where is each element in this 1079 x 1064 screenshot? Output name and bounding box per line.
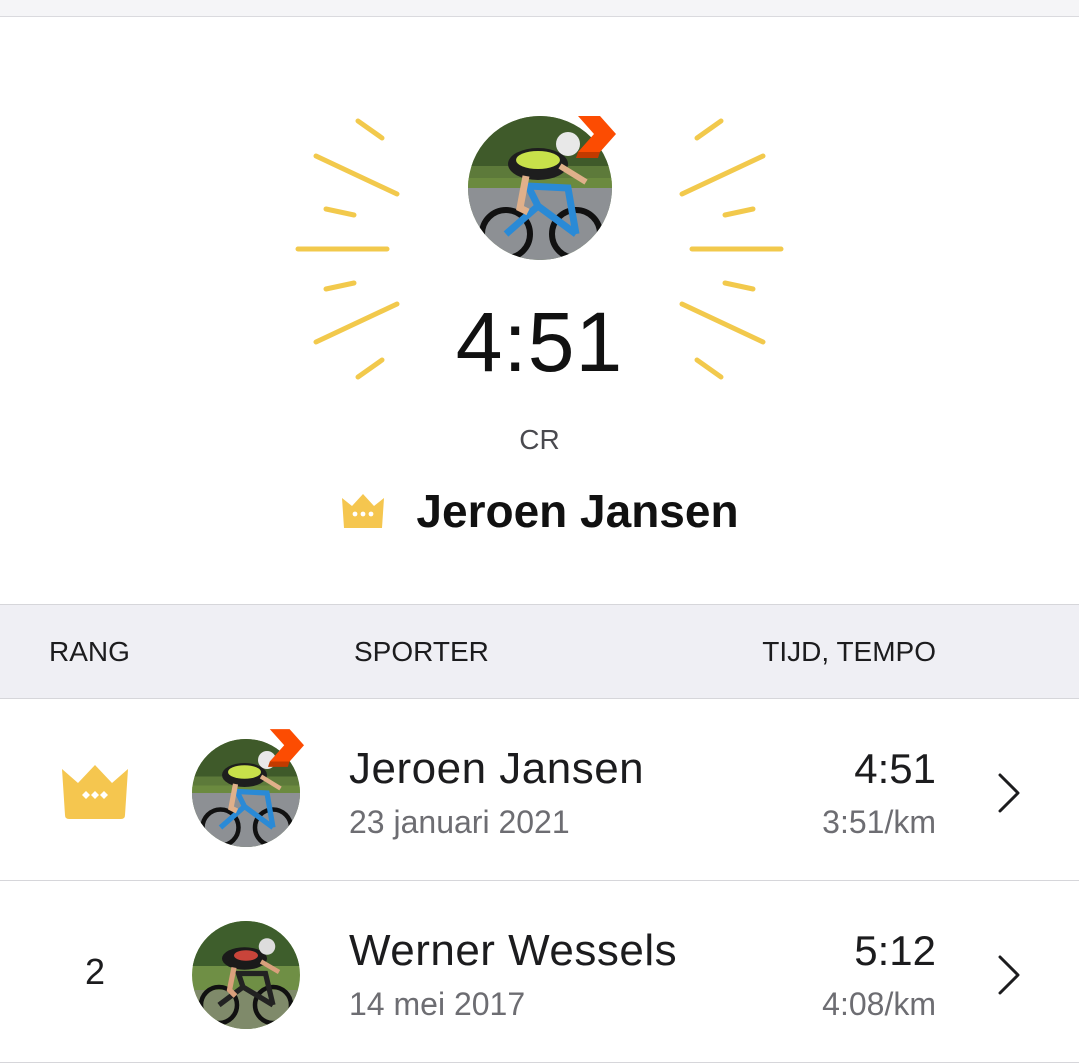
athlete-name: Werner Wessels (349, 926, 678, 975)
crown-icon (342, 494, 385, 528)
cr-time: 4:51 (455, 295, 624, 389)
athlete-name: Jeroen Jansen (349, 744, 645, 793)
rank-cell (48, 699, 142, 881)
rank-cell: 2 (48, 881, 142, 1063)
effort-date: 14 mei 2017 (349, 986, 526, 1022)
strava-subscriber-badge-icon (576, 116, 616, 158)
crown-icon (62, 765, 128, 819)
avatar (192, 921, 300, 1029)
cr-label: CR (519, 424, 560, 455)
effort-time: 4:51 (854, 745, 936, 792)
leaderboard-row[interactable]: 2 Werner Wessels 14 mei 2017 5:12 4:08/k… (0, 881, 1079, 1063)
leaderboard-header: RANG SPORTER TIJD, TEMPO (0, 604, 1079, 699)
cr-hero: 4:51 CR Jeroen Jansen (0, 17, 1079, 604)
strava-subscriber-badge-icon (268, 729, 304, 767)
effort-time: 5:12 (854, 927, 936, 974)
effort-date: 23 januari 2021 (349, 804, 570, 840)
leaderboard-row[interactable]: Jeroen Jansen 23 januari 2021 4:51 3:51/… (0, 699, 1079, 881)
athlete-avatar[interactable] (192, 917, 304, 1029)
cr-holder-name[interactable]: Jeroen Jansen (416, 485, 738, 537)
column-header-rank: RANG (49, 636, 130, 667)
cr-holder-avatar[interactable] (468, 116, 616, 264)
column-header-athlete: SPORTER (354, 636, 489, 667)
effort-pace: 3:51/km (822, 804, 936, 840)
rank-number: 2 (84, 951, 106, 992)
column-header-time-pace: TIJD, TEMPO (762, 636, 936, 667)
chevron-right-icon[interactable] (994, 953, 1024, 997)
effort-pace: 4:08/km (822, 986, 936, 1022)
chevron-right-icon[interactable] (994, 771, 1024, 815)
cr-holder-row[interactable]: Jeroen Jansen (0, 485, 1079, 537)
top-bar (0, 0, 1079, 17)
athlete-avatar[interactable] (192, 729, 304, 847)
